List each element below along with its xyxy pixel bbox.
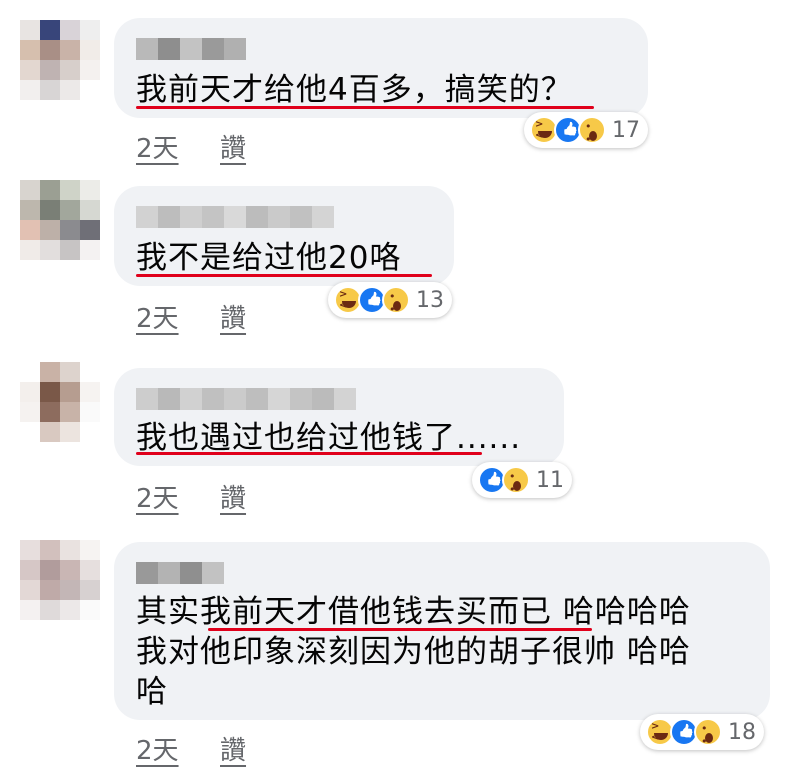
commenter-name-blurred[interactable] (136, 206, 334, 228)
wow-icon (694, 718, 722, 748)
comment-text: 我前天才给他4百多，搞笑的？ (136, 72, 573, 108)
reaction-summary[interactable]: 11 (472, 462, 572, 498)
like-link[interactable]: 讚 (220, 478, 246, 515)
comment-meta: 2天 讚 (136, 128, 246, 165)
avatar[interactable] (20, 180, 100, 260)
avatar[interactable] (20, 20, 100, 100)
wow-icon (382, 286, 410, 316)
comment-bubble: 我前天才给他4百多，搞笑的？ (114, 18, 648, 118)
reaction-summary[interactable]: 18 (640, 714, 764, 750)
comment-text-line: 我对他印象深刻因为他的胡子很帅 哈哈 (136, 634, 691, 670)
timestamp-link[interactable]: 2天 (136, 730, 220, 767)
highlight-underline (136, 452, 482, 455)
commenter-name-blurred[interactable] (136, 562, 224, 584)
highlight-underline (136, 106, 594, 109)
comment-bubble: 其实我前天才借他钱去买而已 哈哈哈哈 我对他印象深刻因为他的胡子很帅 哈哈 哈 (114, 542, 770, 720)
like-link[interactable]: 讚 (220, 128, 246, 165)
reaction-count: 17 (612, 117, 640, 143)
comment-meta: 2天 讚 (136, 730, 246, 767)
like-link[interactable]: 讚 (220, 730, 246, 767)
wow-icon (502, 466, 530, 496)
comment-bubble: 我不是给过他20咯 (114, 186, 454, 286)
like-link[interactable]: 讚 (220, 298, 246, 335)
highlight-underline (208, 628, 592, 631)
reaction-count: 11 (536, 467, 564, 493)
reaction-summary[interactable]: 17 (524, 112, 648, 148)
reaction-summary[interactable]: 13 (328, 282, 452, 318)
timestamp-link[interactable]: 2天 (136, 128, 220, 165)
comment-text: 我不是给过他20咯 (136, 240, 402, 276)
reaction-count: 13 (416, 287, 444, 313)
commenter-name-blurred[interactable] (136, 38, 246, 60)
comment-text-line: 哈 (136, 674, 168, 710)
reaction-count: 18 (728, 719, 756, 745)
comment-meta: 2天 讚 (136, 478, 246, 515)
commenter-name-blurred[interactable] (136, 388, 356, 410)
avatar[interactable] (20, 362, 100, 442)
highlight-underline (136, 274, 432, 277)
wow-icon (578, 116, 606, 146)
comment-meta: 2天 讚 (136, 298, 246, 335)
avatar[interactable] (20, 540, 100, 620)
comment-text-line: 其实我前天才借他钱去买而已 哈哈哈哈 (136, 594, 691, 630)
timestamp-link[interactable]: 2天 (136, 478, 220, 515)
timestamp-link[interactable]: 2天 (136, 298, 220, 335)
